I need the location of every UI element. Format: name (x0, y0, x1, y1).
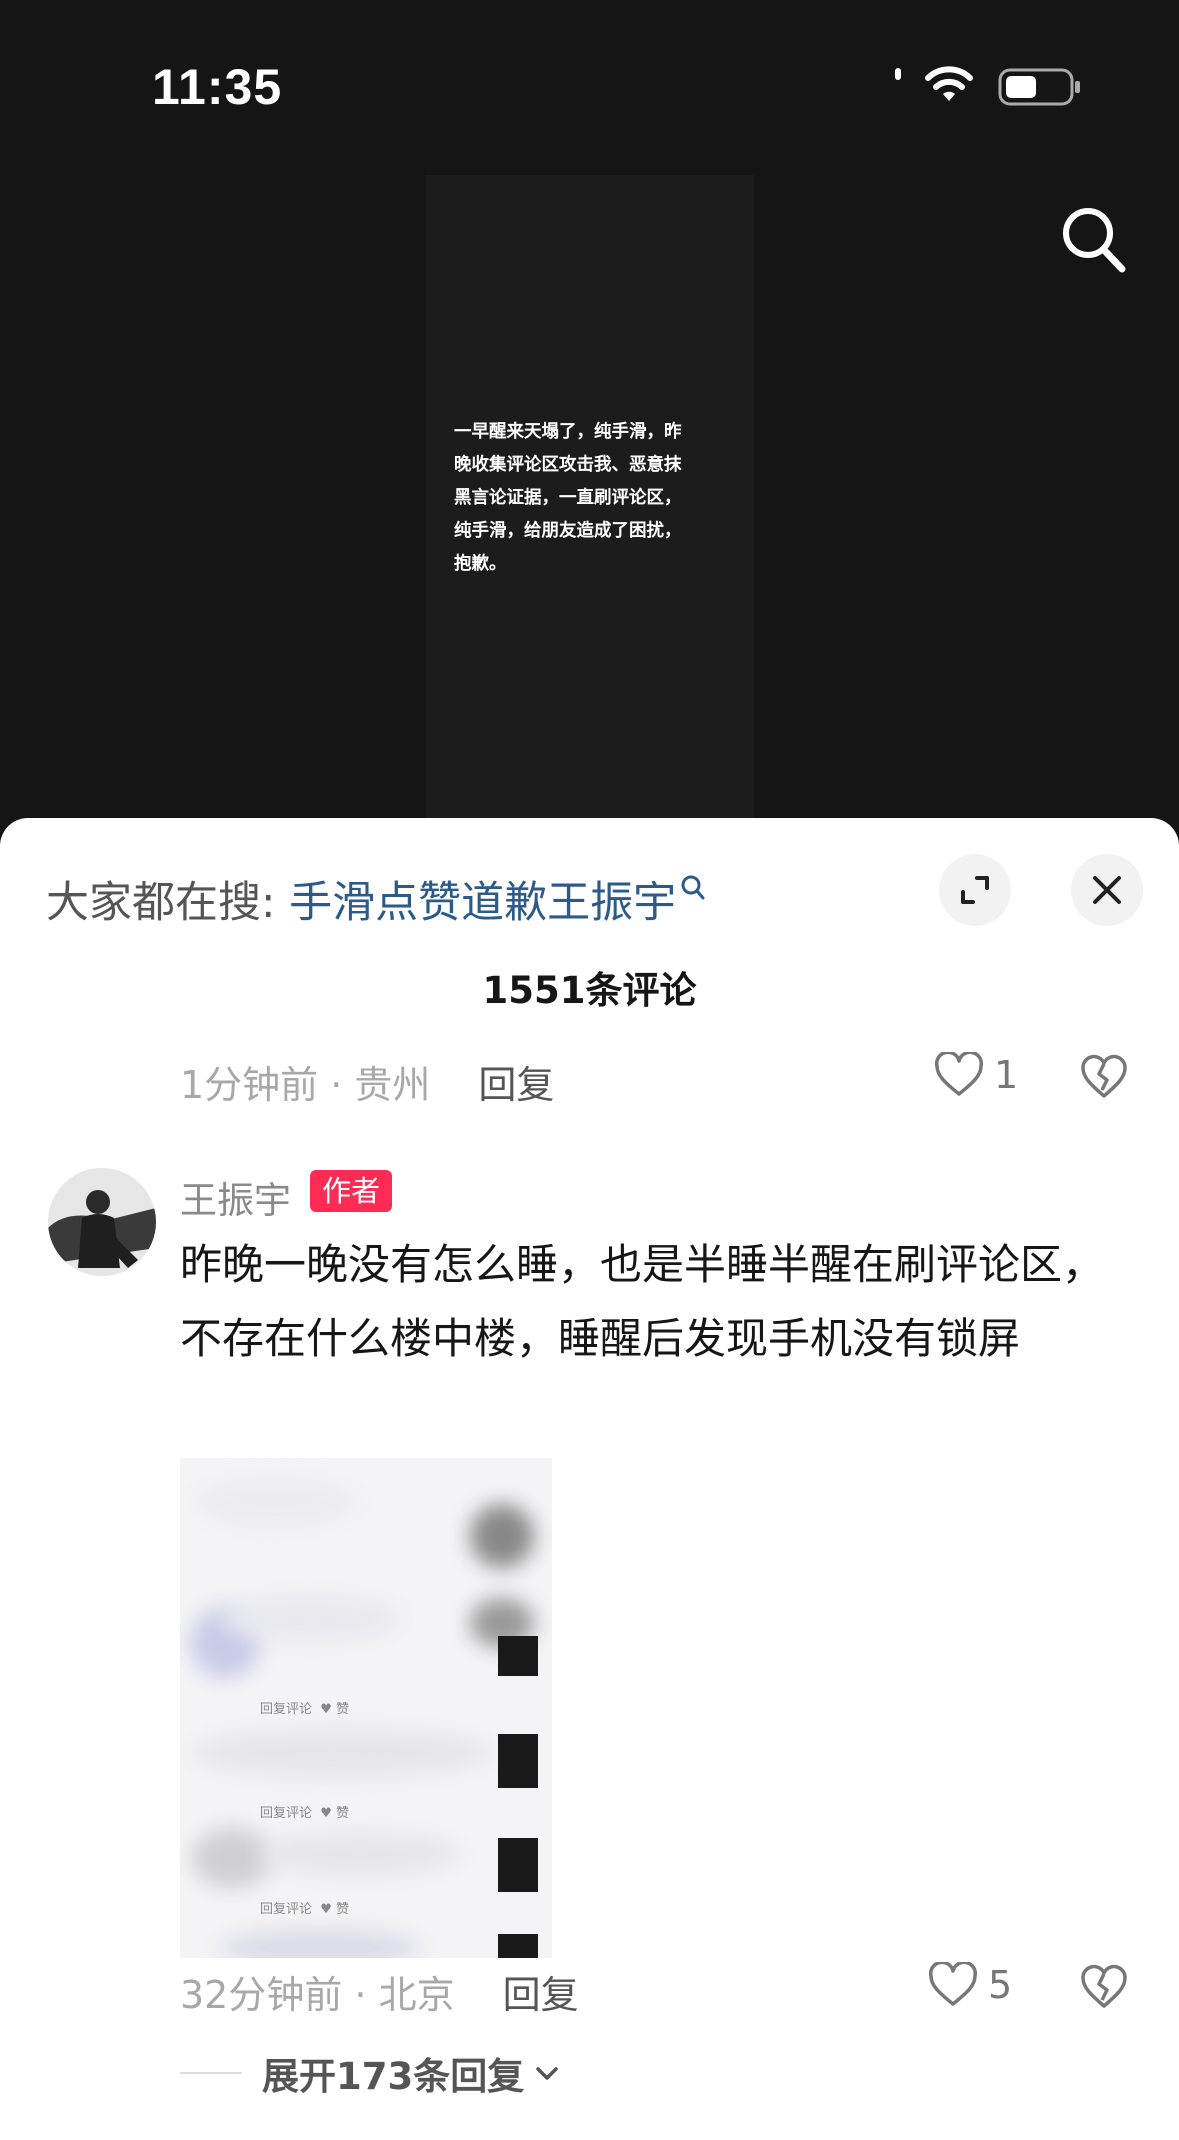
avatar[interactable] (48, 1168, 156, 1276)
author-badge: 作者 (310, 1170, 393, 1212)
expand-replies-label: 展开173条回复 (262, 2055, 525, 2098)
image-reply-row-2: 回复评论 ♥ 赞 (260, 1806, 350, 1821)
prev-like-button[interactable]: 1 (934, 1052, 1018, 1098)
reply-button[interactable]: 回复 (503, 1973, 579, 2017)
divider (180, 2072, 242, 2074)
search-small-icon (681, 875, 705, 900)
comment-sheet: 大家都在搜: 手滑点赞道歉王振宇 1551条评论 1分钟前 · 贵州回复 1 (0, 818, 1179, 2140)
dislike-icon[interactable] (1080, 1054, 1128, 1100)
like-count: 5 (988, 1963, 1013, 2007)
heart-icon (934, 1052, 984, 1096)
prev-reply-button[interactable]: 回复 (478, 1063, 554, 1107)
username[interactable]: 王振宇 (180, 1170, 291, 1224)
battery-icon (998, 68, 1080, 106)
comment-count: 1551条评论 (482, 969, 697, 1012)
chevron-down-icon (536, 2067, 558, 2080)
prev-like-count: 1 (994, 1053, 1019, 1097)
search-icon[interactable] (1060, 205, 1128, 277)
expand-icon (961, 876, 989, 904)
comment-text: 昨晚一晚没有怎么睡，也是半睡半醒在刷评论区，不存在什么楼中楼，睡醒后发现手机没有… (180, 1240, 1105, 1363)
hot-search-prefix: 大家都在搜: (46, 878, 290, 928)
dislike-icon[interactable] (1080, 1964, 1128, 2010)
image-reply-row-3: 回复评论 ♥ 赞 (260, 1902, 350, 1917)
like-button[interactable]: 5 (928, 1962, 1012, 2008)
video-caption: 一早醒来天塌了，纯手滑，昨 晚收集评论区攻击我、恶意抹 黑言论证据，一直刷评论区… (454, 422, 682, 574)
prev-comment-time: 1分钟前 · 贵州 (180, 1063, 431, 1107)
status-time: 11:35 (152, 59, 283, 115)
close-button[interactable] (1071, 854, 1143, 926)
expand-replies-button[interactable]: 展开173条回复 (180, 2046, 560, 2100)
signal-icon (895, 68, 901, 80)
image-reply-row: 回复评论 ♥ 赞 (260, 1702, 350, 1717)
heart-icon (928, 1962, 978, 2006)
prev-comment-meta: 1分钟前 · 贵州 回复 (180, 1054, 554, 1109)
expand-button[interactable] (939, 854, 1011, 926)
close-icon (1093, 876, 1121, 904)
wifi-icon (925, 66, 973, 101)
comment-meta: 32分钟前 · 北京 回复 (180, 1964, 579, 2019)
hot-search[interactable]: 大家都在搜: 手滑点赞道歉王振宇 (46, 868, 706, 930)
video-player[interactable]: 一早醒来天塌了，纯手滑，昨 晚收集评论区攻击我、恶意抹 黑言论证据，一直刷评论区… (0, 0, 1179, 835)
avatar-image (48, 1168, 156, 1276)
comment-time: 32分钟前 · 北京 (180, 1973, 455, 2017)
comment-image[interactable]: 回复评论 ♥ 赞 回复评论 ♥ 赞 回复评论 ♥ 赞 (180, 1458, 552, 1958)
hot-search-link[interactable]: 手滑点赞道歉王振宇 (289, 878, 676, 928)
